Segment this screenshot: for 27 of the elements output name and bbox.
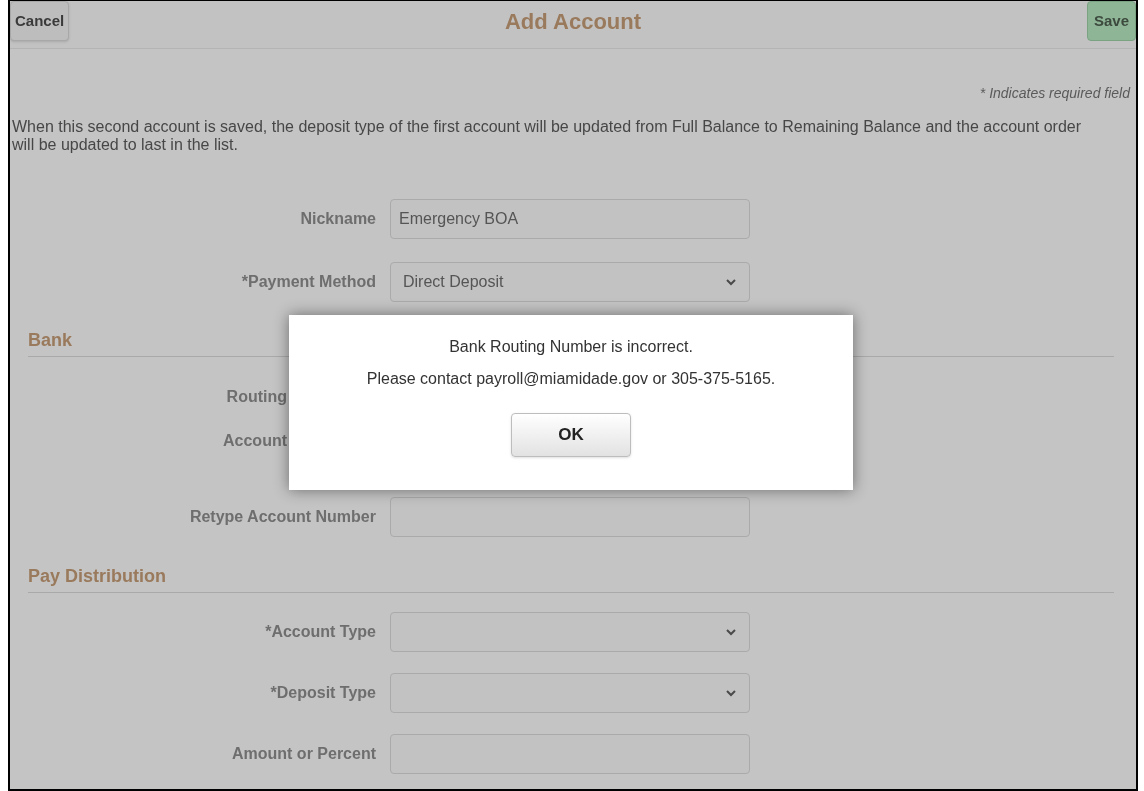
section-heading: Bank <box>28 330 72 350</box>
field-label: *Deposit Type <box>270 683 376 703</box>
dropdown-field[interactable] <box>390 612 750 652</box>
field-label: Routing <box>226 387 287 407</box>
field-label: *Account Type <box>265 622 376 642</box>
input-field[interactable]: Emergency BOA <box>390 199 750 239</box>
cancel-button[interactable]: Cancel <box>10 1 70 41</box>
dropdown-field[interactable]: Direct Deposit <box>390 262 750 302</box>
dropdown-field[interactable] <box>390 673 750 713</box>
chevron-down-icon <box>725 278 737 286</box>
dialog-message: Please contact payroll@miamidade.gov or 305-375-5165. <box>366 369 776 389</box>
ok-button[interactable]: OK <box>511 413 631 457</box>
input-field[interactable] <box>390 497 750 537</box>
save-button[interactable]: Save <box>1086 1 1136 41</box>
notice-text: When this second account is saved, the deposit type of the first account will be updated from Full Balance to Remaining Balance and the account order will be updated to last in the list. <box>12 118 1082 154</box>
chevron-down-icon <box>725 689 737 697</box>
page-title: Add Account <box>504 9 642 34</box>
input-field[interactable] <box>390 734 750 774</box>
dialog-message: Bank Routing Number is incorrect. <box>449 337 693 357</box>
field-label: Nickname <box>300 209 376 229</box>
field-label: Amount or Percent <box>232 744 376 764</box>
chevron-down-icon <box>725 628 737 636</box>
field-label: Retype Account Number <box>189 507 376 527</box>
field-label: Account <box>223 431 287 451</box>
section-heading: Pay Distribution <box>28 566 166 586</box>
required-note: * Indicates required field <box>979 84 1130 103</box>
field-label: *Payment Method <box>241 272 376 292</box>
